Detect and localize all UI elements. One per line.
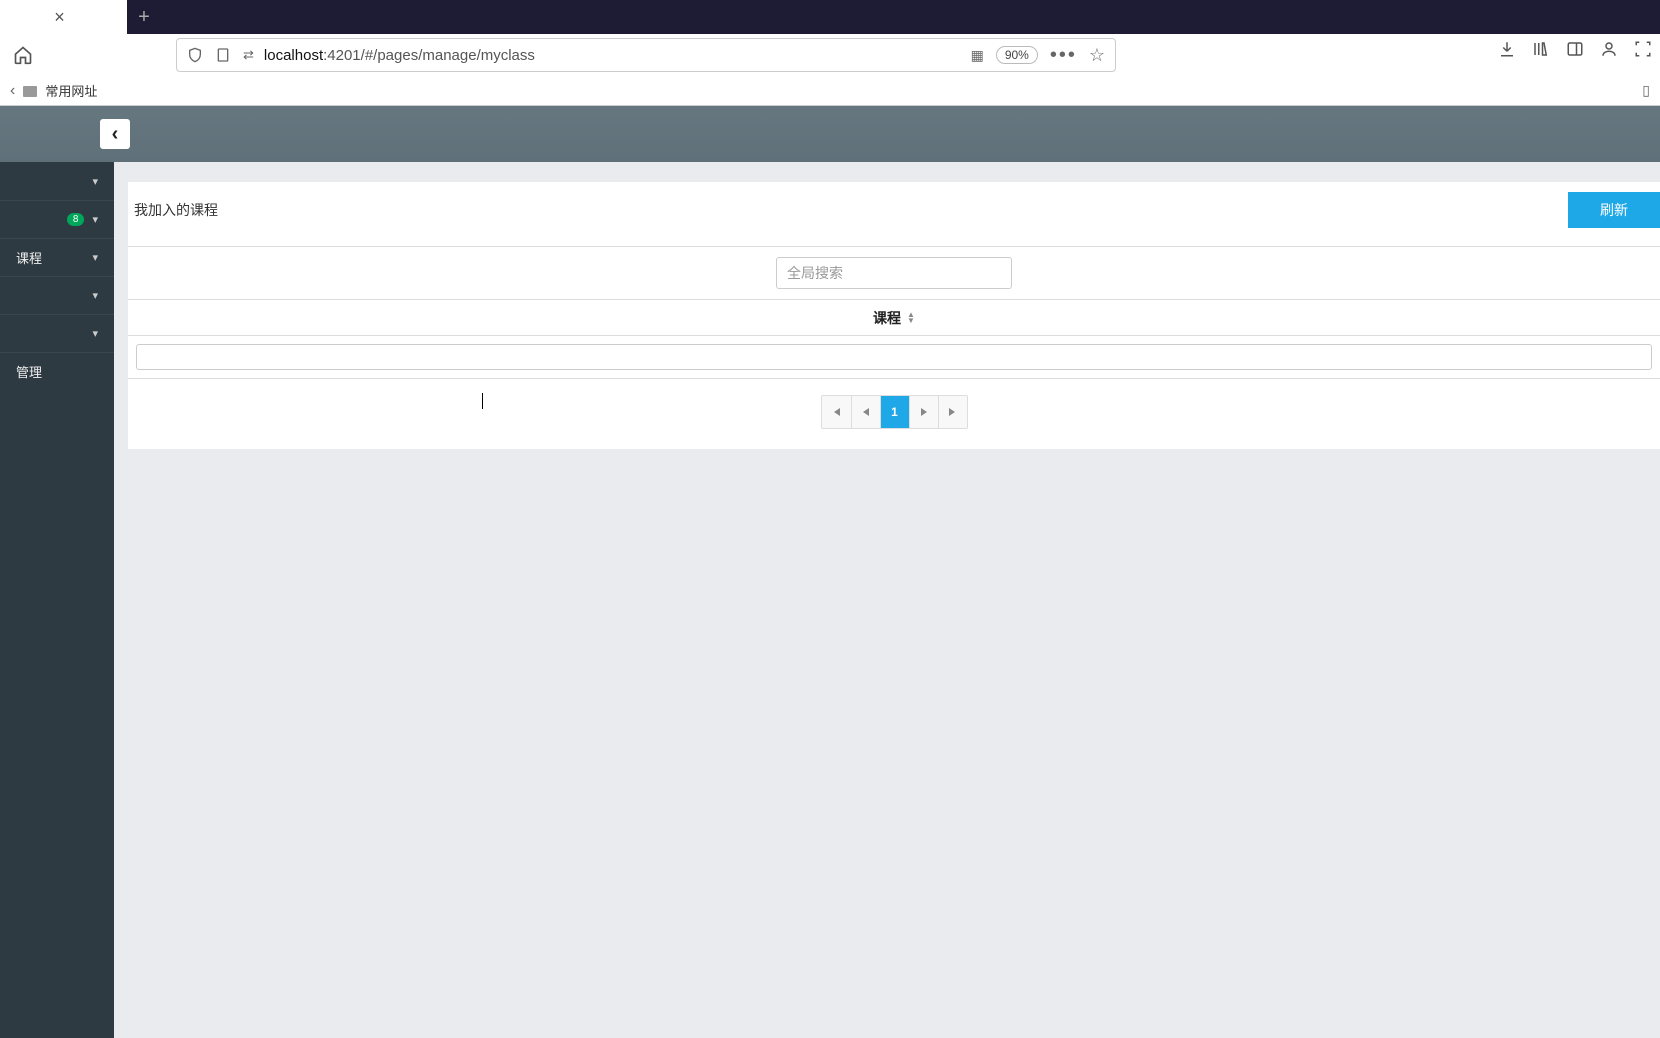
global-search-input[interactable] xyxy=(776,257,1012,289)
home-icon[interactable] xyxy=(10,42,36,68)
sidebar-item-4[interactable]: ▾ xyxy=(0,314,114,352)
sidebar-collapse-button[interactable]: ‹ xyxy=(100,119,130,149)
table-header[interactable]: 课程 ▲▼ xyxy=(128,300,1660,336)
qr-icon[interactable]: ▦ xyxy=(971,47,984,64)
tab-bar-spacer xyxy=(161,0,1660,34)
sidebar: ▾ 8 ▾ 课程 ▾ ▾ ▾ 管理 xyxy=(0,162,114,1038)
page-number-1[interactable]: 1 xyxy=(880,396,909,428)
url-text: localhost:4201/#/pages/manage/myclass xyxy=(264,47,961,64)
card: 我加入的课程 刷新 课程 ▲▼ xyxy=(128,182,1660,449)
chevron-down-icon: ▾ xyxy=(92,327,98,340)
page-prev-button[interactable] xyxy=(851,396,880,428)
zoom-badge[interactable]: 90% xyxy=(996,46,1038,64)
url-right-controls: ▦ 90% ••• ☆ xyxy=(971,44,1105,67)
url-box[interactable]: ⇄ localhost:4201/#/pages/manage/myclass … xyxy=(176,38,1116,72)
bookmark-star-icon[interactable]: ☆ xyxy=(1089,45,1105,66)
sidebar-item-1[interactable]: 8 ▾ xyxy=(0,200,114,238)
close-tab-icon[interactable]: × xyxy=(54,7,65,28)
folder-icon xyxy=(23,86,37,97)
chevron-down-icon: ▾ xyxy=(92,251,98,264)
pagination: 1 xyxy=(821,395,968,429)
page-next-button[interactable] xyxy=(909,396,938,428)
refresh-button[interactable]: 刷新 xyxy=(1568,192,1660,228)
library-icon[interactable] xyxy=(1532,40,1550,58)
shield-icon xyxy=(187,47,205,63)
app-header: ‹ xyxy=(0,106,1660,162)
sort-icon[interactable]: ▲▼ xyxy=(907,312,915,324)
screenshot-icon[interactable] xyxy=(1634,40,1652,58)
downloads-icon[interactable] xyxy=(1498,40,1516,58)
text-cursor xyxy=(482,393,483,409)
notification-badge: 8 xyxy=(67,213,85,226)
bookmark-folder-label[interactable]: 常用网址 xyxy=(45,81,97,100)
sidebar-item-3[interactable]: ▾ xyxy=(0,276,114,314)
sidebar-item-label: 管理 xyxy=(16,362,42,381)
active-tab[interactable]: × xyxy=(0,0,127,34)
mobile-icon[interactable]: ▯ xyxy=(1642,82,1650,99)
page-first-button[interactable] xyxy=(822,396,851,428)
bookmarks-bar: ‹ 常用网址 ▯ xyxy=(0,76,1660,106)
sidebar-toggle-icon[interactable] xyxy=(1566,40,1584,58)
browser-tab-bar: × + xyxy=(0,0,1660,34)
page-actions-icon[interactable]: ••• xyxy=(1050,44,1077,67)
card-header: 我加入的课程 刷新 xyxy=(128,182,1660,246)
content-area: 我加入的课程 刷新 课程 ▲▼ xyxy=(114,162,1660,1038)
app-body: ▾ 8 ▾ 课程 ▾ ▾ ▾ 管理 我加入的课程 刷新 xyxy=(0,162,1660,1038)
sidebar-item-manage[interactable]: 管理 xyxy=(0,352,114,390)
connection-icon: ⇄ xyxy=(243,47,254,63)
chevron-down-icon: ▾ xyxy=(92,289,98,302)
sidebar-item-courses[interactable]: 课程 ▾ xyxy=(0,238,114,276)
account-icon[interactable] xyxy=(1600,40,1618,58)
column-filter-row xyxy=(128,336,1660,378)
page-icon xyxy=(215,47,233,63)
page-last-button[interactable] xyxy=(938,396,967,428)
chevron-down-icon: ▾ xyxy=(92,213,98,226)
toolbar-right xyxy=(1498,40,1652,58)
new-tab-button[interactable]: + xyxy=(127,0,161,34)
pagination-row: 1 xyxy=(128,378,1660,449)
bookmarks-left-arrow[interactable]: ‹ xyxy=(10,82,15,100)
page-title: 我加入的课程 xyxy=(134,200,218,220)
column-header-label: 课程 xyxy=(873,308,901,328)
bookmarks-right: ▯ xyxy=(1642,82,1650,99)
address-bar: ⇄ localhost:4201/#/pages/manage/myclass … xyxy=(0,34,1660,76)
column-filter-input[interactable] xyxy=(136,344,1652,370)
chevron-down-icon: ▾ xyxy=(92,175,98,188)
sidebar-item-label: 课程 xyxy=(16,248,42,267)
sidebar-item-0[interactable]: ▾ xyxy=(0,162,114,200)
search-row xyxy=(128,246,1660,300)
